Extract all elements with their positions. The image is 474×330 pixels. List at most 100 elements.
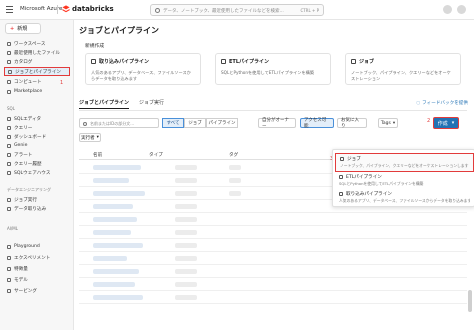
sidebar-item-sql-editor[interactable]: SQLエディタ	[4, 114, 70, 123]
menu-item-description: SQLとPythonを使用してETLパイプラインを構築	[339, 181, 424, 186]
tab-job-runs[interactable]: ジョブ実行	[139, 99, 164, 109]
segment-all[interactable]: すべて	[162, 118, 184, 128]
sidebar-item-sql-warehouses[interactable]: SQLウェアハウス	[4, 168, 70, 177]
redacted-tags	[229, 178, 241, 183]
menu-item-title: ジョブ	[347, 157, 361, 162]
sidebar-item-data-ingestion[interactable]: データ取り込み	[4, 204, 70, 213]
table-row[interactable]	[79, 278, 467, 291]
sidebar-item-jobs-pipelines[interactable]: ジョブとパイプライン	[4, 67, 70, 76]
catalog-icon	[7, 59, 11, 64]
tab-jobs-pipelines[interactable]: ジョブとパイプライン	[79, 99, 130, 109]
new-create-heading: 新規作成	[85, 44, 105, 49]
card-description: 人気のあるアプリ、データベース、ファイルソースからデータを取り込みます	[91, 70, 191, 81]
table-row[interactable]	[79, 252, 467, 265]
filter-tags-label: Tags	[380, 120, 391, 126]
menu-item-job[interactable]: ジョブ ノートブック、パイプライン、クエリーなどをオーケストレーションします	[335, 153, 474, 172]
card-job[interactable]: ジョブ ノートブック、パイプライン、クエリーなどをオーケストレーション	[345, 53, 461, 85]
scrollbar-thumb[interactable]	[468, 290, 472, 312]
sidebar-item-models[interactable]: モデル	[4, 275, 70, 284]
warehouse-icon	[7, 170, 11, 175]
tab-divider	[79, 110, 467, 111]
menu-item-ingestion-pipeline[interactable]: 取り込みパイプライン 人気のあるアプリ、データベース、ファイルソースからデータを…	[335, 189, 474, 206]
segment-jobs[interactable]: ジョブ	[184, 118, 206, 128]
filter-search-input[interactable]: 名前またはIDの部分文...	[79, 118, 159, 128]
new-button[interactable]: + 新規	[5, 23, 41, 34]
table-row[interactable]	[79, 265, 467, 278]
sidebar-item-genie[interactable]: Genie	[4, 141, 70, 150]
redacted-type	[175, 165, 197, 170]
etl-icon	[221, 59, 226, 64]
sidebar-item-job-runs[interactable]: ジョブ実行	[4, 195, 70, 204]
menu-item-etl-pipeline[interactable]: ETLパイプライン SQLとPythonを使用してETLパイプラインを構築	[335, 172, 474, 189]
filter-placeholder: 名前またはIDの部分文...	[90, 121, 135, 126]
redacted-name	[93, 204, 133, 209]
tab-bar: ジョブとパイプライン ジョブ実行	[79, 99, 164, 109]
table-row[interactable]	[79, 226, 467, 239]
create-button[interactable]: 作成 ▾	[433, 117, 459, 129]
redacted-type	[175, 230, 197, 235]
sidebar-item-serving[interactable]: サービング	[4, 286, 70, 295]
dashboard-icon	[7, 134, 11, 139]
sidebar-item-marketplace[interactable]: Marketplace	[4, 87, 70, 96]
sidebar-item-label: ワークスペース	[14, 41, 46, 47]
serving-icon	[7, 288, 11, 293]
store-icon	[7, 89, 11, 94]
filter-owner[interactable]: 自分がオーナー	[258, 118, 296, 129]
sidebar-item-label: アラート	[14, 152, 33, 158]
segment-pipelines[interactable]: パイプライン	[206, 118, 238, 128]
scrollbar[interactable]	[468, 20, 472, 320]
sidebar-item-dashboards[interactable]: ダッシュボード	[4, 132, 70, 141]
feedback-link[interactable]: ◌ フィードバックを提供	[416, 100, 468, 107]
redacted-type	[175, 204, 197, 209]
redacted-type	[175, 217, 197, 222]
new-button-label: 新規	[17, 26, 28, 32]
sidebar-item-alerts[interactable]: アラート	[4, 150, 70, 159]
sidebar-item-label: モデル	[14, 277, 28, 283]
filter-favorites[interactable]: お気に入り	[337, 118, 367, 129]
cloud-icon	[7, 79, 11, 84]
sidebar-item-label: 最近使用したファイル	[14, 50, 60, 56]
sidebar-item-label: ジョブとパイプライン	[15, 69, 61, 75]
column-type[interactable]: タイプ	[149, 152, 163, 158]
filter-accessible[interactable]: アクセス可能	[300, 118, 334, 129]
search-icon	[155, 8, 160, 13]
filter-tags[interactable]: Tags ▾	[378, 118, 398, 128]
run-as-filter[interactable]: 実行者 ▾	[79, 133, 101, 142]
sidebar-item-label: Genie	[14, 143, 28, 148]
run-as-label: 実行者	[81, 135, 95, 141]
redacted-type	[175, 243, 197, 248]
redacted-name	[93, 217, 137, 222]
sidebar-item-label: ダッシュボード	[14, 134, 47, 140]
sidebar-item-catalog[interactable]: カタログ	[4, 57, 70, 66]
table-row[interactable]	[79, 239, 467, 252]
card-etl-pipeline[interactable]: ETLパイプライン SQLとPythonを使用してETLパイプラインを構築	[215, 53, 331, 85]
sidebar-item-features[interactable]: 特徴量	[4, 264, 70, 273]
sidebar-item-recents[interactable]: 最近使用したファイル	[4, 48, 70, 57]
card-ingestion-pipeline[interactable]: 取り込みパイプライン 人気のあるアプリ、データベース、ファイルソースからデータを…	[85, 53, 201, 85]
global-search-input[interactable]: データ、ノートブック、最近使用したファイルなどを検索... CTRL + P	[150, 4, 324, 16]
chevron-down-icon: ▾	[96, 135, 99, 140]
model-icon	[7, 277, 11, 282]
redacted-tags	[229, 191, 241, 196]
sidebar-item-label: SQLウェアハウス	[14, 170, 51, 176]
sidebar-item-label: Playground	[14, 244, 40, 249]
table-row[interactable]	[79, 291, 467, 304]
user-avatar[interactable]	[457, 5, 466, 14]
sidebar-item-playground[interactable]: Playground	[4, 242, 70, 251]
column-tags[interactable]: タグ	[229, 152, 238, 158]
sidebar-item-queries[interactable]: クエリー	[4, 123, 70, 132]
redacted-type	[175, 295, 197, 300]
sidebar-item-compute[interactable]: コンピュート	[4, 77, 70, 86]
menu-icon[interactable]	[6, 6, 13, 13]
sidebar-item-query-history[interactable]: クエリー履歴	[4, 159, 70, 168]
table-row[interactable]	[79, 213, 467, 226]
menu-item-description: 人気のあるアプリ、データベース、ファイルソースからデータを取り込みます	[339, 198, 470, 203]
sidebar-item-experiments[interactable]: エクスペリメント	[4, 253, 70, 262]
redacted-type	[175, 256, 197, 261]
apps-icon[interactable]	[443, 5, 452, 14]
column-name[interactable]: 名前	[93, 152, 102, 158]
menu-item-title: ETLパイプライン	[346, 175, 382, 180]
search-icon	[83, 121, 87, 126]
sidebar-item-workspace[interactable]: ワークスペース	[4, 39, 70, 48]
editor-icon	[7, 116, 11, 121]
